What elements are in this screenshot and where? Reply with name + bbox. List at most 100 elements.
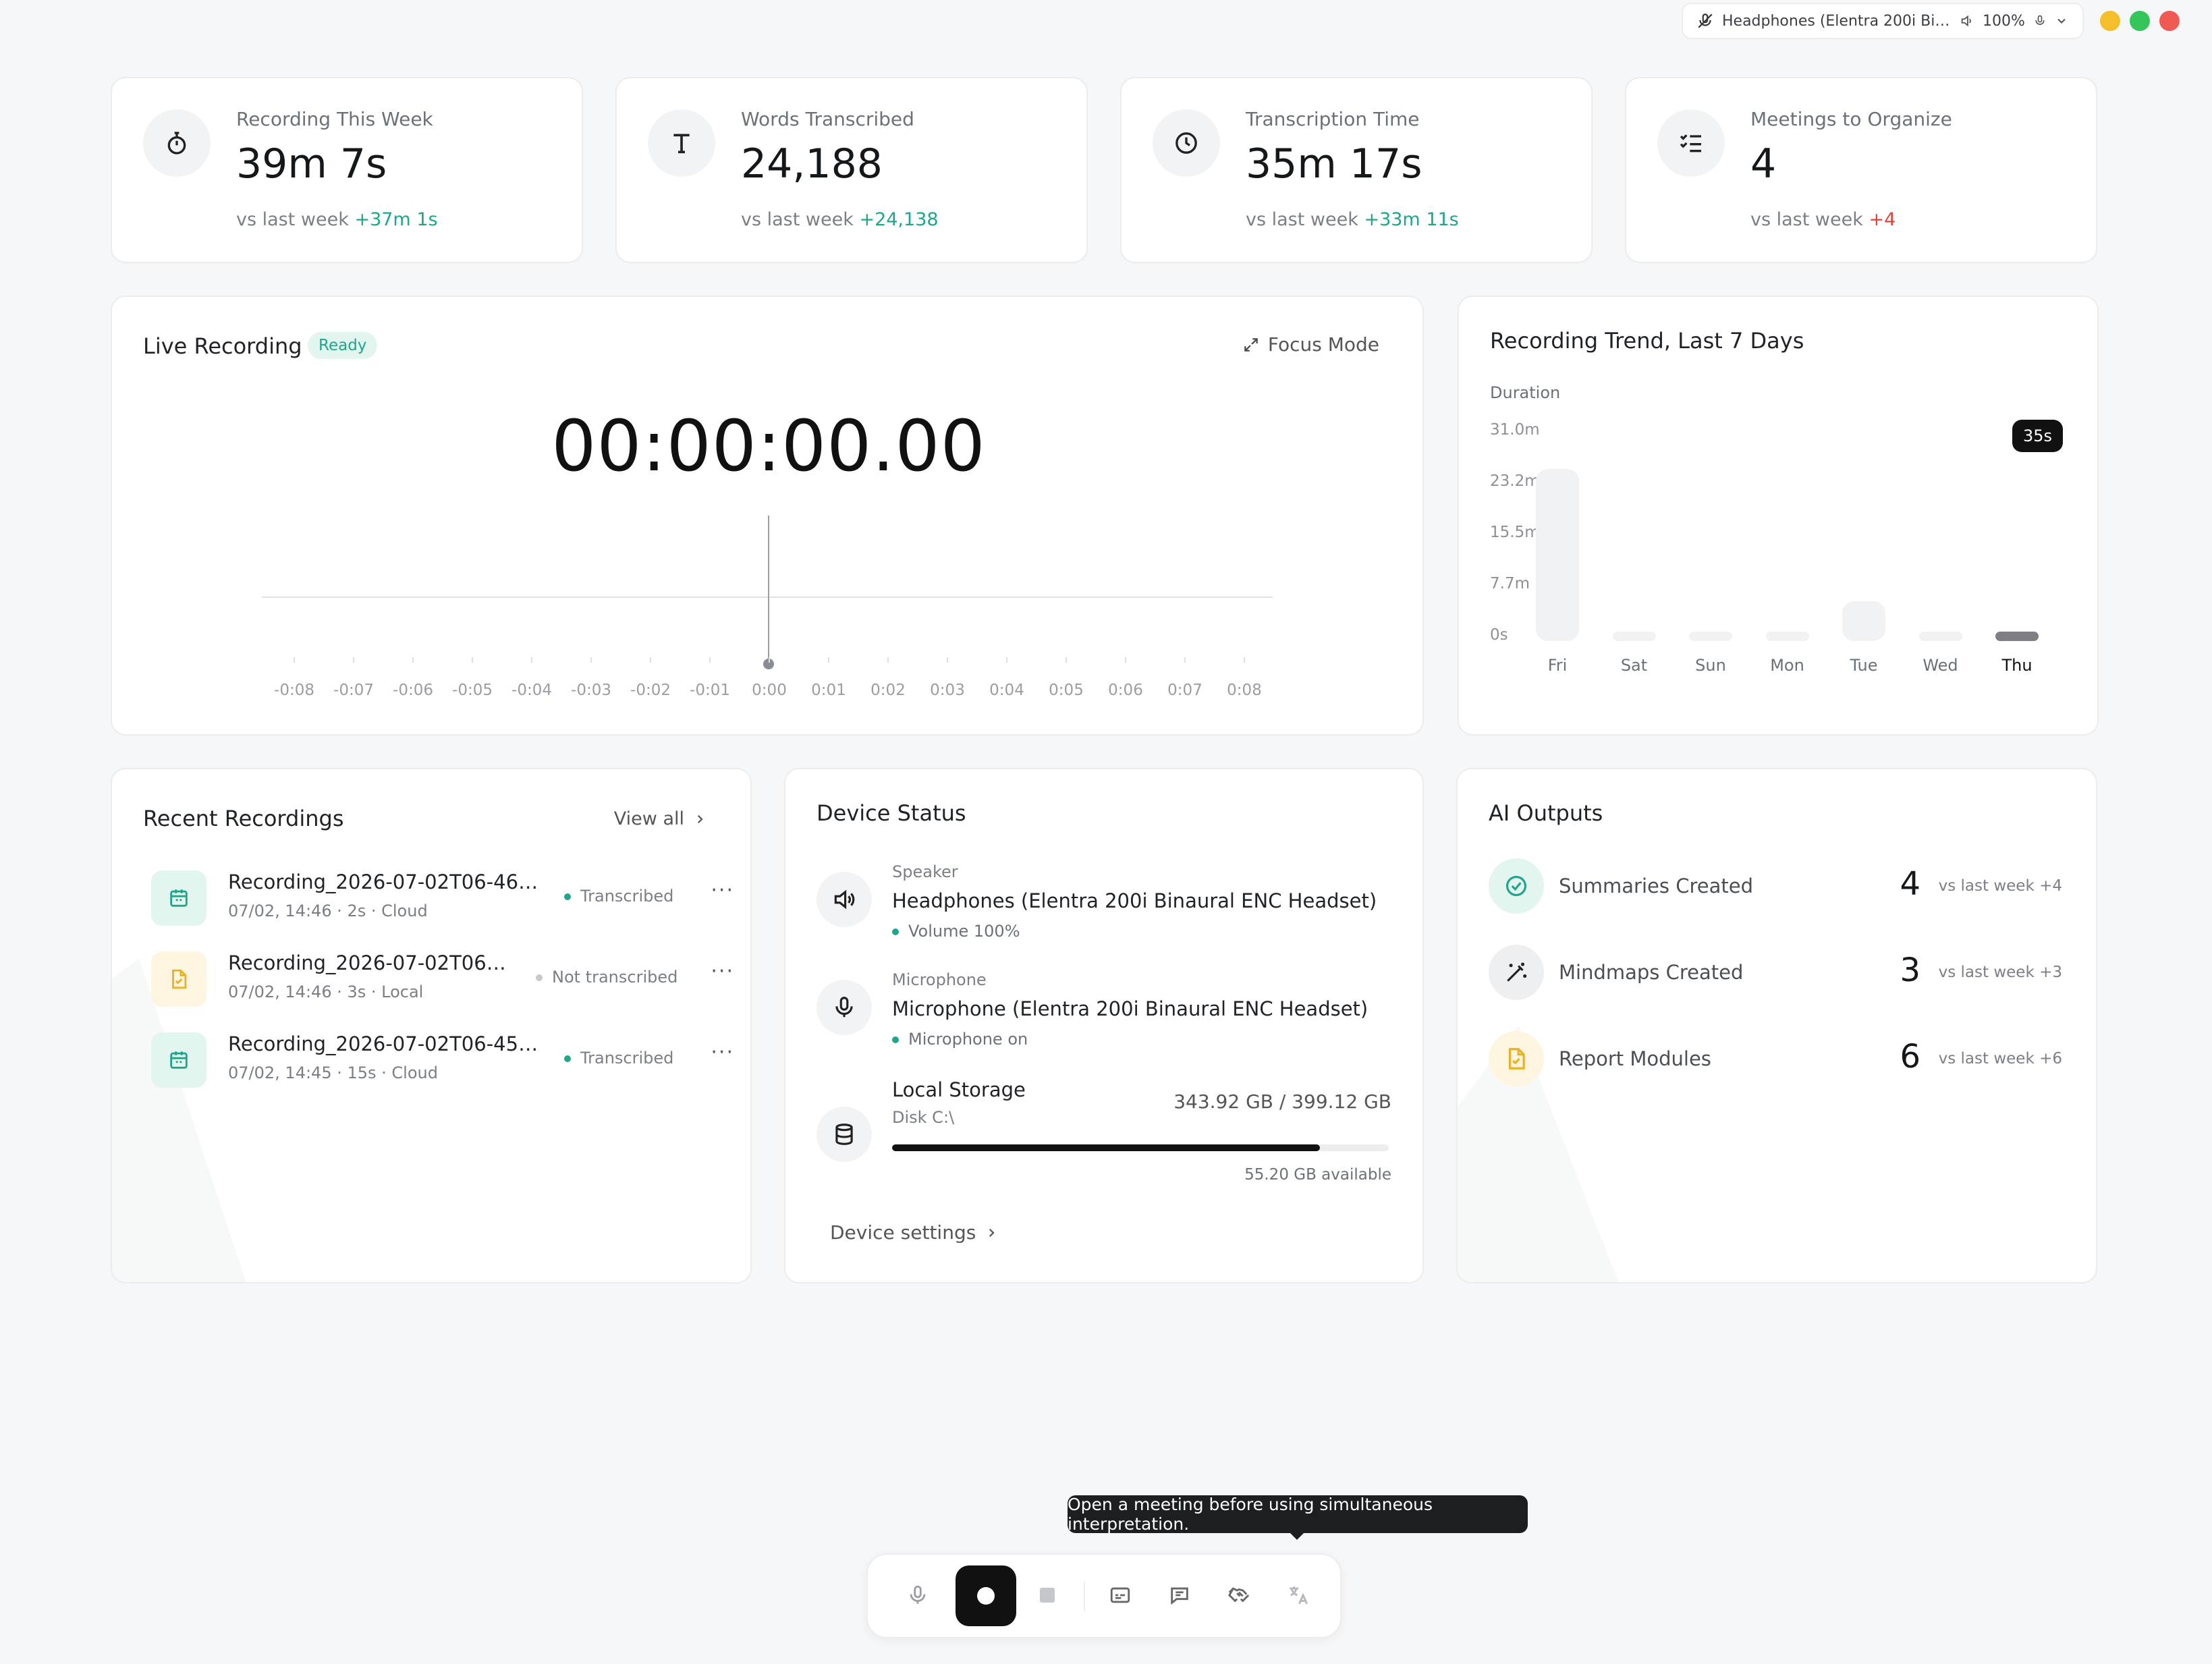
meeting-button[interactable]: [1219, 1575, 1259, 1615]
y-tick-label: 7.7m: [1490, 575, 1530, 592]
calendar-file-icon: [151, 1032, 206, 1088]
chart-bar-sun[interactable]: [1689, 632, 1732, 641]
live-recording-card: Live Recording Ready Focus Mode 00:00:00…: [111, 296, 2099, 736]
mic-toggle-button[interactable]: [897, 1575, 938, 1615]
recording-trend-panel: Recording Trend, Last 7 Days Duration 31…: [1458, 296, 2099, 736]
chart-bar-wed[interactable]: [1918, 632, 1962, 641]
local-file-icon: [151, 951, 206, 1007]
x-tick-label: Sun: [1695, 656, 1726, 675]
timeline-tick-label: -0:02: [630, 682, 671, 699]
stat-card-words: Words Transcribed 24,188 vs last week +2…: [615, 77, 1088, 263]
microphone-icon: [817, 980, 872, 1035]
timeline-tick-label: 0:05: [1049, 682, 1084, 699]
stat-card-meetings: Meetings to Organize 4 vs last week +4: [1625, 77, 2097, 263]
stat-card-recording-week: Recording This Week 39m 7s vs last week …: [111, 77, 583, 263]
chart-tooltip: 35s: [2012, 420, 2064, 452]
speaker-caption: Speaker: [892, 862, 958, 881]
live-recording-title: Live Recording: [143, 333, 302, 359]
list-item[interactable]: Recording_2026-07-02T06-46-16... 07/02, …: [143, 866, 737, 934]
timeline-tick-label: 0:08: [1227, 682, 1262, 699]
record-icon: [977, 1587, 995, 1605]
recording-timer: 00:00:00.00: [551, 405, 986, 487]
translate-button[interactable]: [1278, 1575, 1319, 1615]
text-t-icon: [648, 109, 715, 177]
recording-toolbar: [866, 1553, 1342, 1638]
view-all-link[interactable]: View all: [614, 808, 706, 829]
timeline-tick-label: -0:01: [690, 682, 730, 699]
more-options-button[interactable]: ···: [711, 1041, 734, 1064]
chat-button[interactable]: [1159, 1575, 1200, 1615]
timeline-tick-mark: [887, 657, 889, 663]
transcription-status: Transcribed: [564, 887, 673, 906]
ai-outputs-card: AI Outputs Summaries Created 4 vs last w…: [1456, 768, 2097, 1283]
timeline-tick-label: 0:03: [930, 682, 965, 699]
database-icon: [817, 1107, 872, 1162]
recording-meta: 07/02, 14:45 · 15s · Cloud: [228, 1063, 438, 1082]
maximize-button[interactable]: [2130, 11, 2150, 31]
stop-button[interactable]: [1027, 1575, 1068, 1615]
timeline-tick-label: -0:07: [333, 682, 374, 699]
recording-meta: 07/02, 14:46 · 2s · Cloud: [228, 902, 428, 920]
recent-title: Recent Recordings: [143, 806, 344, 831]
list-item[interactable]: Recording_2026-07-02T06-45-19... 07/02, …: [143, 1028, 737, 1096]
y-tick-label: 0s: [1490, 626, 1508, 644]
y-axis-label: Duration: [1490, 383, 1561, 402]
mic-icon: [910, 1585, 926, 1604]
stat-compare: vs last week +4: [1750, 209, 1896, 230]
chart-bar-sat[interactable]: [1612, 632, 1656, 641]
timeline-tick-label: -0:04: [511, 682, 552, 699]
ai-output-compare: vs last week +4: [1938, 877, 2062, 895]
minimize-button[interactable]: [2100, 11, 2120, 31]
focus-mode-button[interactable]: Focus Mode: [1242, 333, 1379, 356]
x-tick-label: Sat: [1620, 656, 1648, 675]
timeline-tick-label: 0:01: [811, 682, 846, 699]
mic-caption: Microphone: [892, 970, 987, 989]
ai-title: AI Outputs: [1489, 800, 1603, 826]
expand-icon: [1244, 337, 1258, 352]
device-settings-link[interactable]: Device settings: [830, 1221, 997, 1244]
interpretation-tooltip: Open a meeting before using simultaneous…: [1068, 1495, 1528, 1540]
ai-output-mindmaps: Mindmaps Created 3 vs last week +3: [1489, 945, 2062, 1005]
device-title: Device Status: [817, 800, 966, 826]
timeline-tick-label: -0:06: [393, 682, 433, 699]
speaker-icon: [817, 872, 872, 927]
device-name: Headphones (Elentra 200i Bina...: [1722, 12, 1952, 30]
stat-card-transcription-time: Transcription Time 35m 17s vs last week …: [1120, 77, 1593, 263]
ai-output-value: 4: [1900, 865, 1920, 903]
check-circle-icon: [1489, 858, 1544, 914]
ai-output-label: Report Modules: [1559, 1047, 1711, 1070]
chart-bar-tue[interactable]: [1842, 601, 1885, 641]
chevron-right-icon: [697, 814, 703, 823]
audio-device-selector[interactable]: Headphones (Elentra 200i Bina... 100%: [1682, 3, 2084, 39]
ai-output-label: Summaries Created: [1559, 875, 1753, 897]
recording-name: Recording_2026-07-02T06-46-16...: [228, 870, 538, 893]
record-button[interactable]: [956, 1565, 1016, 1626]
ai-output-value: 6: [1900, 1038, 1920, 1076]
more-options-button[interactable]: ···: [711, 960, 734, 983]
storage-bar-fill: [892, 1144, 1321, 1151]
subtitles-button[interactable]: [1100, 1575, 1140, 1615]
playhead-line: [768, 516, 769, 665]
chart-bar-fri[interactable]: [1536, 469, 1579, 641]
storage-label: Local Storage: [892, 1078, 1026, 1101]
timeline-tick-label: 0:04: [989, 682, 1024, 699]
volume-level: 100%: [1983, 12, 2025, 30]
close-button[interactable]: [2159, 11, 2180, 31]
timeline-tick-mark: [294, 657, 295, 663]
timeline-tick-mark: [412, 657, 414, 663]
stop-icon: [1040, 1588, 1055, 1603]
mic-icon: [2035, 15, 2045, 25]
chart-bar-thu[interactable]: [1995, 632, 2039, 641]
more-options-button[interactable]: ···: [711, 879, 734, 902]
chart-bar-mon[interactable]: [1765, 632, 1809, 641]
timeline-tick-mark: [590, 657, 592, 663]
ai-output-reports: Report Modules 6 vs last week +6: [1489, 1031, 2062, 1092]
y-tick-label: 15.5m: [1490, 524, 1540, 541]
status-badge: Ready: [308, 332, 378, 359]
speaker-name: Headphones (Elentra 200i Binaural ENC He…: [892, 889, 1377, 912]
handshake-icon: [1228, 1587, 1250, 1603]
timeline-tick-mark: [531, 657, 532, 663]
list-item[interactable]: Recording_2026-07-02T06-46... 07/02, 14:…: [143, 947, 737, 1015]
timeline-tick-label: 0:00: [752, 682, 787, 699]
x-tick-label: Mon: [1770, 656, 1804, 675]
